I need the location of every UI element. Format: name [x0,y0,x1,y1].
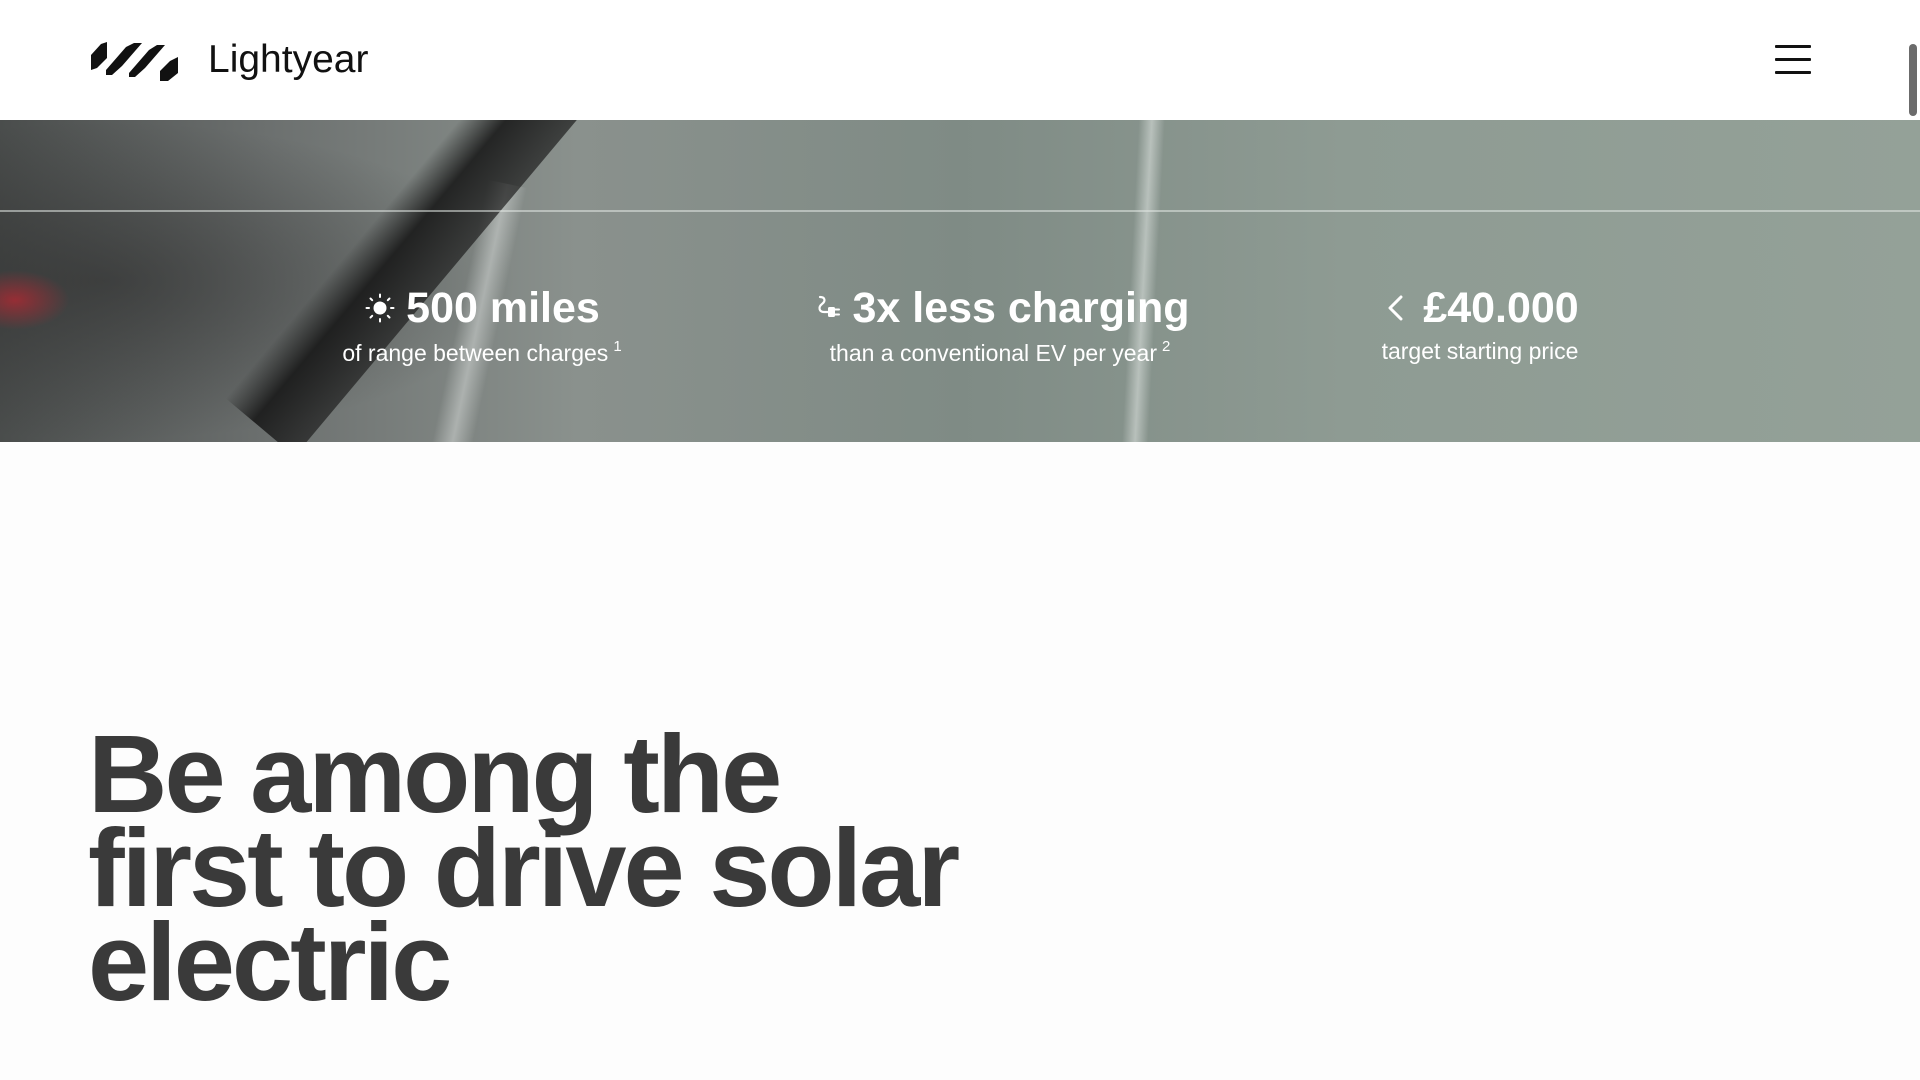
charging-plug-icon [817,295,840,317]
hamburger-menu-icon-line-bottom [1775,71,1811,74]
stat-price-caption-wrap: target starting price [1270,338,1690,365]
stat-charging-footnote[interactable]: 2 [1162,338,1170,355]
stat-range: 500 miles of range between charges 1 [272,280,692,367]
headline-line-3: electric [88,901,452,1024]
stat-range-caption: of range between charges [342,340,609,366]
page: Lightyear 500 miles of range between cha… [0,0,1920,1080]
stat-price-headline: £40.000 [1270,280,1690,336]
stat-charging: 3x less charging than a conventional EV … [790,280,1210,367]
stat-charging-caption: than a conventional EV per year [829,340,1157,366]
stat-price-caption: target starting price [1381,338,1579,364]
menu-button[interactable] [1772,40,1816,80]
hamburger-menu-icon-line-middle [1775,58,1811,61]
sun-icon [365,293,395,323]
stat-range-value: 500 miles [406,283,600,332]
logo-wordmark: Lightyear [208,38,369,81]
page-headline: Be among the first to drive solar electr… [88,720,1068,1024]
stat-range-caption-wrap: of range between charges 1 [272,338,692,367]
stat-price-value: £40.000 [1423,283,1579,332]
scrollbar[interactable] [1906,44,1920,118]
hero-stats-band: 500 miles of range between charges 1 3x l… [0,120,1920,442]
stat-price: £40.000 target starting price [1270,280,1690,365]
stat-range-footnote[interactable]: 1 [613,338,621,355]
lightyear-logo-icon [91,42,178,81]
stat-charging-caption-wrap: than a conventional EV per year 2 [790,338,1210,367]
stat-charging-value: 3x less charging [852,283,1190,332]
site-header: Lightyear [0,0,1920,120]
hero-horizon-line [0,210,1920,212]
chevron-left-icon [1388,295,1403,321]
stat-range-headline: 500 miles [272,280,692,336]
home-logo-link[interactable]: Lightyear [88,34,368,86]
hero-background-taillight [0,270,70,330]
stat-charging-headline: 3x less charging [790,280,1210,336]
hamburger-menu-icon-line-top [1775,45,1811,48]
scrollbar-thumb[interactable] [1909,44,1917,116]
